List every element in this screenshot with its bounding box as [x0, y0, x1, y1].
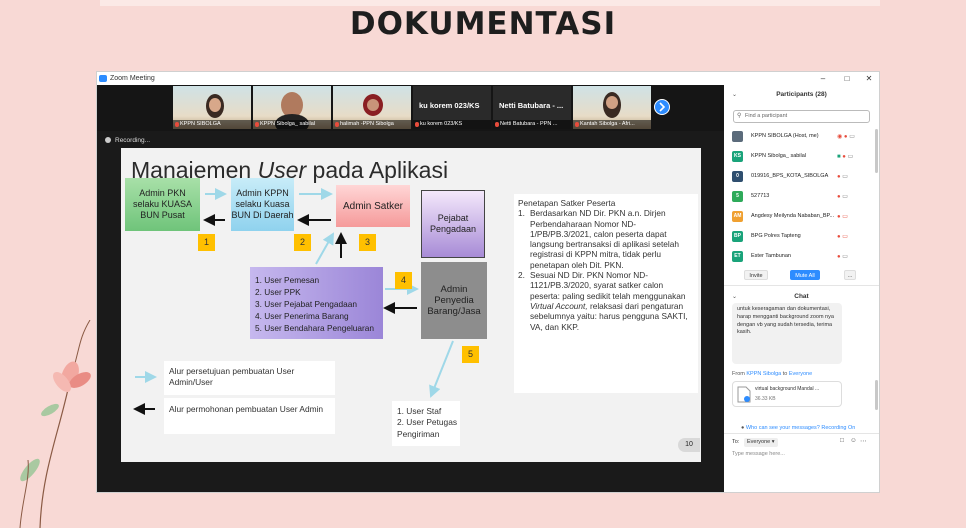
participant-row[interactable]: KS KPPN Sibolga_ sabilal ■ ● ▭ — [724, 149, 874, 166]
chat-message: untuk keseragaman dan dokumentasi, harap… — [732, 303, 842, 364]
invite-button[interactable]: Invite — [744, 270, 768, 280]
chat-input[interactable]: Type message here... — [732, 451, 785, 457]
minimize-button[interactable]: – — [813, 72, 833, 85]
chat-to-label: To: — [732, 439, 740, 445]
chevron-right-icon — [659, 102, 666, 112]
video-thumbnail[interactable]: Kantah Sibolga - Afri... — [573, 86, 651, 129]
avatar: AM — [732, 211, 743, 222]
page-title: DOKUMENTASI — [349, 6, 617, 42]
more-options-button[interactable]: ... — [844, 270, 856, 280]
step-badge: 3 — [359, 234, 376, 251]
video-thumbnail[interactable]: ku korem 023/KS ku korem 023/KS — [413, 86, 491, 129]
chevron-down-icon: ▾ — [771, 439, 775, 445]
window-title: Zoom Meeting — [110, 75, 155, 82]
video-thumbnail-strip: KPPN SIBOLGA KPPN Sibolga_ sabilal halim… — [97, 85, 724, 131]
chat-from-line: From KPPN Sibolga to Everyone — [732, 371, 813, 377]
video-on-icon[interactable]: ■ ● ▭ — [837, 153, 853, 160]
video-thumbnail[interactable]: halimah -PPN Sibolga — [333, 86, 411, 129]
avatar — [732, 131, 743, 142]
avatar: 5 — [732, 191, 743, 202]
mic-muted-icon — [575, 122, 579, 127]
mic-muted-icon[interactable]: ● ▭ — [837, 253, 848, 260]
step-badge: 4 — [395, 272, 412, 289]
people-icon: ● — [741, 425, 745, 431]
participants-header: Participants (28) — [776, 91, 827, 98]
legend-approval: Alur persetujuan pembuatan User Admin/Us… — [164, 361, 335, 395]
zoom-window: Zoom Meeting – □ ✕ KPPN SIBOLGA KPPN Sib… — [96, 71, 880, 493]
participant-row[interactable]: BP BPG Polres Tapteng ● ▭ — [724, 229, 874, 246]
video-off-icon[interactable]: ● ▭ — [837, 233, 848, 240]
mic-muted-icon[interactable]: ◉ ● ▭ — [837, 133, 855, 140]
record-icon — [105, 137, 111, 144]
file-icon — [737, 386, 751, 403]
step-badge: 1 — [198, 234, 215, 251]
mic-muted-icon[interactable]: ● ▭ — [837, 193, 848, 200]
meeting-stage: KPPN SIBOLGA KPPN Sibolga_ sabilal halim… — [97, 85, 724, 492]
mic-muted-icon — [175, 122, 179, 127]
maximize-button[interactable]: □ — [837, 72, 857, 85]
participant-row[interactable]: ET Ester Tambunan ● ▭ — [724, 249, 874, 266]
window-titlebar: Zoom Meeting — [97, 72, 879, 85]
participants-scrollbar[interactable] — [875, 129, 878, 173]
next-page-button[interactable] — [654, 99, 670, 115]
panel-divider — [724, 285, 879, 286]
avatar: ET — [732, 251, 743, 262]
search-icon: ⚲ — [737, 113, 742, 119]
penetapan-box: Penetapan Satker Peserta 1. Berdasarkan N… — [514, 194, 698, 393]
participant-row[interactable]: 0 019916_BPS_KOTA_SIBOLGA ● ▭ — [724, 169, 874, 186]
participant-row[interactable]: AM Angdesy Meilynda Nababan_BP... ● ▭ — [724, 209, 874, 226]
avatar: 0 — [732, 171, 743, 182]
chat-more-icon[interactable]: ⋯ — [860, 437, 867, 445]
slide-page-number: 10 — [678, 438, 700, 452]
mic-muted-icon[interactable]: ● ▭ — [837, 173, 848, 180]
mute-all-button[interactable]: Mute All — [790, 270, 820, 280]
emoji-icon[interactable]: ☺ — [850, 437, 857, 444]
participant-search-input[interactable]: ⚲ Find a participant — [733, 110, 870, 123]
recipient-dropdown[interactable]: Everyone ▾ — [744, 438, 778, 447]
participant-row[interactable]: KPPN SIBOLGA (Host, me) ◉ ● ▭ — [724, 129, 874, 146]
video-thumbnail[interactable]: KPPN Sibolga_ sabilal — [253, 86, 331, 129]
flower-decoration — [19, 320, 91, 528]
participant-row[interactable]: 5 527713 ● ▭ — [724, 189, 874, 206]
mic-muted-icon — [495, 122, 499, 127]
step-badge: 5 — [462, 346, 479, 363]
chat-scrollbar[interactable] — [875, 380, 878, 410]
shared-slide: Manajemen User pada Aplikasi Admin PKN s… — [121, 148, 701, 462]
avatar: BP — [732, 231, 743, 242]
video-off-icon[interactable]: ● ▭ — [837, 213, 848, 220]
privacy-notice[interactable]: ● Who can see your messages? Recording O… — [741, 425, 855, 431]
avatar: KS — [732, 151, 743, 162]
chat-file-attachment[interactable]: virtual background Mandal ... 36.33 KB — [732, 381, 842, 407]
recording-indicator[interactable]: Recording... — [105, 137, 150, 144]
mic-muted-icon — [255, 122, 259, 127]
step-badge: 2 — [294, 234, 311, 251]
file-share-icon[interactable]: □ — [840, 437, 844, 444]
video-thumbnail[interactable]: KPPN SIBOLGA — [173, 86, 251, 129]
close-button[interactable]: ✕ — [859, 72, 879, 85]
zoom-logo-icon — [99, 75, 107, 82]
mic-muted-icon — [415, 122, 419, 127]
video-thumbnail[interactable]: Netti Batubara - ... Netti Batubara - PP… — [493, 86, 571, 129]
mic-muted-icon — [335, 122, 339, 127]
participants-chat-panel: ⌄ Participants (28) ⚲ Find a participant… — [724, 85, 879, 492]
chat-divider — [724, 433, 879, 434]
legend-request: Alur permohonan pembuatan User Admin — [164, 398, 335, 434]
chat-header: Chat — [794, 293, 809, 300]
